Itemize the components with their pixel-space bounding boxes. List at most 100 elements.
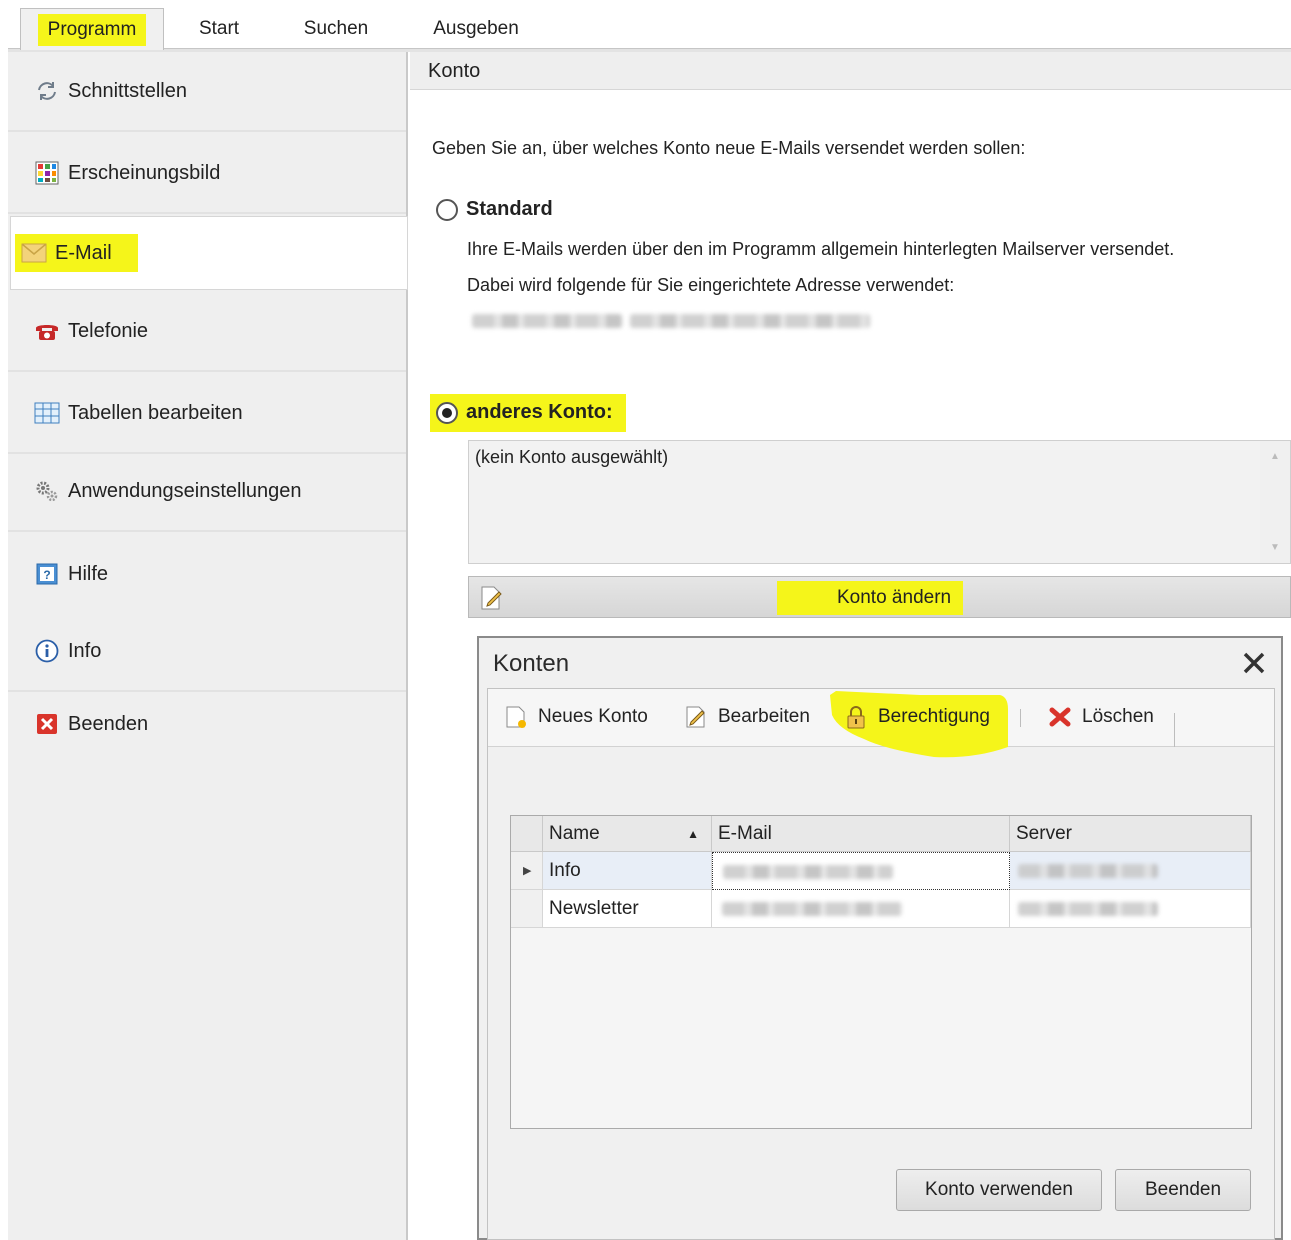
tab-label: Suchen [303,18,369,39]
sidebar-item-label: E-Mail [55,241,112,264]
close-icon[interactable] [1241,650,1267,678]
selection-highlight: E-Mail [15,234,138,272]
sidebar-item-label: Beenden [68,712,149,735]
konto-aendern-button[interactable]: Konto ändern [468,576,1291,618]
tab-label: Start [198,18,240,39]
permission-button[interactable]: Berechtigung [844,701,990,733]
scroll-up-icon[interactable]: ▲ [1270,451,1280,462]
sidebar-item-label: Erscheinungsbild [68,161,221,184]
cell-email[interactable] [712,852,1010,890]
table-icon [34,400,60,426]
row-indicator: ▶ [511,852,543,890]
sidebar-item-label: Info [68,639,102,662]
redacted-server [1018,864,1158,878]
sidebar-item-tabellen[interactable]: Tabellen bearbeiten [8,374,406,454]
cell-server[interactable] [1010,890,1251,928]
column-header-name[interactable]: Name ▲ [543,816,712,852]
tab-start[interactable]: Start [170,8,268,50]
intro-text: Geben Sie an, über welches Konto neue E-… [432,138,1026,158]
delete-button[interactable]: Löschen [1048,701,1154,733]
use-account-button[interactable]: Konto verwenden [896,1169,1102,1211]
phone-icon [34,318,60,344]
close-dialog-button[interactable]: Beenden [1115,1169,1251,1211]
tab-suchen[interactable]: Suchen [280,8,392,50]
radio-dot [442,408,452,418]
cell-server[interactable] [1010,852,1251,890]
edit-button[interactable]: Bearbeiten [684,701,810,733]
sidebar-item-label: Telefonie [68,319,149,342]
sidebar: Schnittstellen Erscheinungsbild E-Mail T… [8,52,408,1240]
column-label: E-Mail [718,823,772,844]
dialog-title: Konten [493,650,570,677]
redacted-server [1018,902,1158,916]
konten-dialog: Konten Neues Konto Bearbeiten Berechtigu… [477,636,1283,1240]
redacted-address-name [472,314,622,328]
account-box-text: (kein Konto ausgewählt) [475,447,669,467]
help-icon: ? [34,561,60,587]
sidebar-item-telefonie[interactable]: Telefonie [8,292,406,372]
konto-aendern-label: Konto ändern [837,587,952,608]
ribbon-tabbar: Programm Start Suchen Ausgeben [0,0,1291,52]
palette-icon [34,160,60,186]
redacted-address-email [630,314,870,328]
sidebar-item-anwendungseinstellungen[interactable]: Anwendungseinstellungen [8,452,406,532]
tab-ausgeben[interactable]: Ausgeben [420,8,532,50]
column-header-server[interactable]: Server [1010,816,1251,852]
grid-row-indicator-header [511,816,543,852]
sort-ascending-icon: ▲ [687,827,699,841]
delete-icon [1049,707,1071,727]
sidebar-item-email[interactable]: E-Mail [10,216,408,290]
sidebar-item-label: Schnittstellen [68,79,187,102]
toolbar-separator [1174,713,1175,747]
column-label: Name [549,823,600,844]
account-box-scrollbar[interactable]: ▲ ▼ [1260,441,1290,563]
radio-anderes-konto[interactable] [436,402,458,424]
cell-name[interactable]: Newsletter [543,890,712,928]
cell-name[interactable]: Info [543,852,712,890]
new-account-button[interactable]: Neues Konto [504,701,648,733]
sidebar-item-label: Tabellen bearbeiten [68,401,243,424]
sidebar-item-erscheinungsbild[interactable]: Erscheinungsbild [8,134,406,214]
tab-label: Ausgeben [433,18,519,39]
tab-programm[interactable]: Programm [20,8,164,50]
column-label: Server [1016,823,1072,844]
selected-account-box[interactable]: (kein Konto ausgewählt) ▲ ▼ [468,440,1291,564]
sidebar-item-label: Hilfe [68,562,109,585]
exit-icon [34,711,60,737]
info-icon [34,638,60,664]
sidebar-item-beenden[interactable]: Beenden [8,684,406,764]
edit-label: Bearbeiten [718,706,810,727]
sidebar-item-hilfe[interactable]: ? Hilfe [8,534,406,614]
dialog-body: Neues Konto Bearbeiten Berechtigung Lösc… [487,688,1275,1240]
gears-icon [34,478,60,504]
redacted-email [722,902,902,916]
sidebar-item-info[interactable]: Info [8,612,406,692]
envelope-icon [21,240,47,266]
cell-email[interactable] [712,890,1010,928]
accounts-grid: Name ▲ E-Mail Server ▶ Info Newsletter [510,815,1252,1129]
sidebar-item-label: Anwendungseinstellungen [68,479,302,502]
edit-pencil-icon [479,585,505,616]
edit-pencil-icon [686,706,705,728]
permission-label: Berechtigung [878,706,990,727]
new-document-icon [506,706,526,728]
sidebar-item-schnittstellen[interactable]: Schnittstellen [8,52,406,132]
sync-icon [34,78,60,104]
current-row-arrow-icon: ▶ [523,865,532,877]
lock-icon [847,706,865,729]
panel-title: Konto [410,52,1291,90]
redacted-email [723,865,893,879]
scroll-down-icon[interactable]: ▼ [1270,542,1280,553]
radio-anderes-konto-label: anderes Konto: [466,401,613,423]
dialog-toolbar: Neues Konto Bearbeiten Berechtigung Lösc… [488,689,1274,758]
standard-description-1: Ihre E-Mails werden über den im Programm… [467,239,1175,259]
radio-standard-label: Standard [466,198,553,220]
delete-label: Löschen [1082,706,1154,727]
radio-standard[interactable] [436,199,458,221]
toolbar-separator [1020,709,1021,727]
column-header-email[interactable]: E-Mail [712,816,1010,852]
svg-text:?: ? [43,568,50,582]
tab-label: Programm [37,14,147,46]
row-indicator [511,890,543,928]
standard-description-2: Dabei wird folgende für Sie eingerichtet… [467,275,955,295]
